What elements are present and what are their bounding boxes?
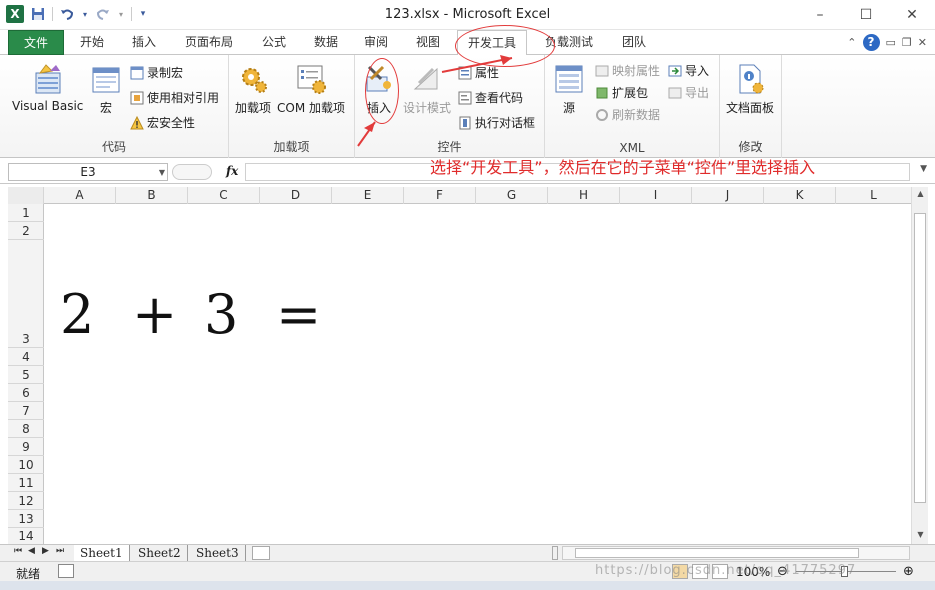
annotation-arrows bbox=[357, 55, 513, 147]
annotation-instruction: 选择“开发工具”，然后在它的子菜单“控件”里选择插入 bbox=[430, 158, 816, 177]
